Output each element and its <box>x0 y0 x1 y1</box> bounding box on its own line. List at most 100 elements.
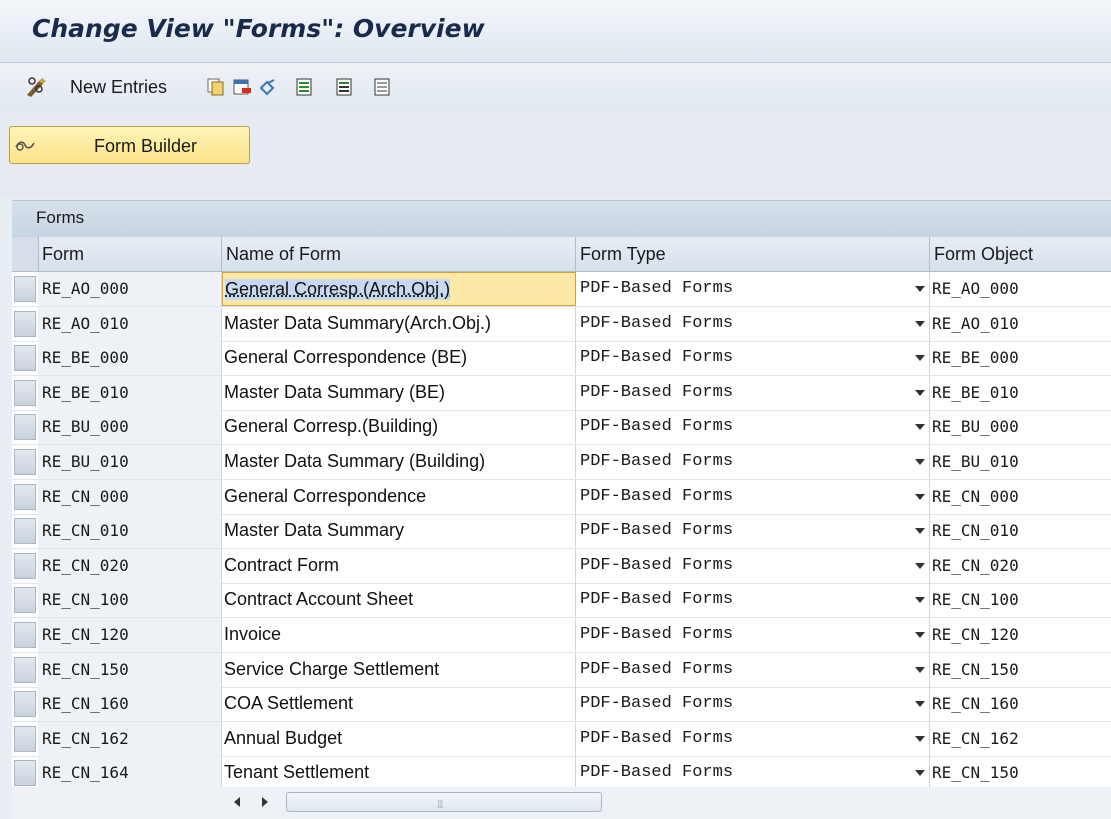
form-object-input[interactable]: RE_BE_010 <box>930 376 1111 410</box>
form-type-dropdown[interactable]: PDF-Based Forms <box>576 410 930 445</box>
row-select-button[interactable] <box>14 345 36 372</box>
form-type-dropdown[interactable]: PDF-Based Forms <box>576 652 930 687</box>
form-object-input[interactable]: RE_CN_162 <box>930 722 1111 756</box>
name-input[interactable]: General Correspondence (BE) <box>222 341 576 376</box>
form-type-dropdown[interactable]: PDF-Based Forms <box>576 479 930 514</box>
row-select-button[interactable] <box>14 656 36 683</box>
name-input[interactable]: Contract Account Sheet <box>222 583 576 618</box>
column-header-name[interactable]: Name of Form <box>222 237 576 271</box>
dropdown-arrow-icon[interactable] <box>915 770 925 777</box>
dropdown-arrow-icon[interactable] <box>915 528 925 535</box>
new-entries-button[interactable]: New Entries <box>24 75 167 99</box>
row-select-button[interactable] <box>14 449 36 475</box>
form-object-input[interactable]: RE_AO_000 <box>930 272 1111 306</box>
form-type-dropdown[interactable]: PDF-Based Forms <box>576 272 930 306</box>
row-select-button[interactable] <box>14 622 36 648</box>
form-type-dropdown[interactable]: PDF-Based Forms <box>576 514 930 549</box>
dropdown-arrow-icon[interactable] <box>915 735 925 742</box>
dropdown-arrow-icon[interactable] <box>915 389 925 396</box>
form-object-input[interactable]: RE_CN_010 <box>930 514 1111 548</box>
row-select-button[interactable] <box>14 414 36 441</box>
form-type-value: PDF-Based Forms <box>580 763 734 783</box>
dropdown-arrow-icon[interactable] <box>915 632 925 638</box>
horizontal-scrollbar[interactable]: ⁞⁞⁞ <box>12 787 1111 819</box>
form-type-dropdown[interactable]: PDF-Based Forms <box>576 583 930 618</box>
row-select-button[interactable] <box>14 483 36 510</box>
form-id: RE_BU_010 <box>42 452 129 471</box>
form-builder-button[interactable]: Form Builder <box>9 126 250 164</box>
row-select-button[interactable] <box>14 587 36 614</box>
form-object-input[interactable]: RE_BE_000 <box>930 341 1111 375</box>
form-object-input[interactable]: RE_CN_120 <box>930 618 1111 652</box>
form-type-dropdown[interactable]: PDF-Based Forms <box>576 341 930 376</box>
name-input[interactable]: Invoice <box>222 618 576 652</box>
form-object-input[interactable]: RE_CN_000 <box>930 480 1111 514</box>
column-header-form[interactable]: Form <box>38 237 222 271</box>
dropdown-arrow-icon[interactable] <box>915 597 925 604</box>
row-select-button[interactable] <box>14 518 36 545</box>
dropdown-arrow-icon[interactable] <box>915 666 925 673</box>
row-select-button[interactable] <box>14 725 36 752</box>
form-object-input[interactable]: RE_CN_020 <box>930 549 1111 583</box>
form-type-dropdown[interactable]: PDF-Based Forms <box>576 548 930 583</box>
form-object-input[interactable]: RE_CN_150 <box>930 653 1111 687</box>
dropdown-arrow-icon[interactable] <box>915 701 925 708</box>
form-type-dropdown[interactable]: PDF-Based Forms <box>576 306 930 341</box>
row-select-button[interactable] <box>14 276 36 302</box>
dropdown-arrow-icon[interactable] <box>915 562 925 569</box>
row-select-button[interactable] <box>14 760 36 787</box>
table-title-bar: Forms <box>12 200 1111 237</box>
form-type-dropdown[interactable]: PDF-Based Forms <box>576 687 930 722</box>
name-input[interactable]: Service Charge Settlement <box>222 652 576 687</box>
form-type-dropdown[interactable]: PDF-Based Forms <box>576 445 930 479</box>
name-input[interactable]: Contract Form <box>222 548 576 583</box>
name-value: Invoice <box>224 624 282 644</box>
form-object-input[interactable]: RE_BU_000 <box>930 410 1111 444</box>
dropdown-arrow-icon[interactable] <box>915 493 925 500</box>
column-header-object[interactable]: Form Object <box>930 237 1111 271</box>
undo-icon[interactable] <box>258 77 278 97</box>
scroll-right-icon[interactable] <box>262 797 268 807</box>
select-all-column-button[interactable] <box>12 237 39 271</box>
name-input[interactable]: Master Data Summary <box>222 514 576 549</box>
form-object-input[interactable]: RE_CN_150 <box>930 756 1111 790</box>
dropdown-arrow-icon[interactable] <box>915 355 925 362</box>
name-input[interactable]: General Corresp.(Building) <box>222 410 576 445</box>
select-all-icon[interactable] <box>294 77 314 97</box>
form-object-input[interactable]: RE_CN_160 <box>930 687 1111 721</box>
form-type-dropdown[interactable]: PDF-Based Forms <box>576 721 930 756</box>
name-input[interactable]: Tenant Settlement <box>222 756 576 791</box>
copy-icon[interactable] <box>206 77 226 97</box>
name-input[interactable]: Master Data Summary (BE) <box>222 375 576 410</box>
name-input[interactable]: General Correspondence <box>222 479 576 514</box>
name-input[interactable]: General Corresp.(Arch.Obj.) <box>222 272 576 306</box>
row-select-button[interactable] <box>14 379 36 406</box>
name-input[interactable]: COA Settlement <box>222 687 576 722</box>
form-type-value: PDF-Based Forms <box>580 728 734 748</box>
scroll-left-icon[interactable] <box>234 797 240 807</box>
deselect-all-icon[interactable] <box>372 77 392 97</box>
form-builder-label: Form Builder <box>94 136 198 156</box>
column-header-type[interactable]: Form Type <box>576 237 930 271</box>
delete-icon[interactable] <box>232 77 252 97</box>
name-value: Master Data Summary <box>224 520 405 541</box>
form-object-input[interactable]: RE_CN_100 <box>930 583 1111 617</box>
form-type-dropdown[interactable]: PDF-Based Forms <box>576 375 930 410</box>
form-type-dropdown[interactable]: PDF-Based Forms <box>576 756 930 791</box>
scroll-thumb[interactable]: ⁞⁞⁞ <box>286 792 602 812</box>
dropdown-arrow-icon[interactable] <box>915 424 925 431</box>
name-input[interactable]: Annual Budget <box>222 721 576 756</box>
form-object-value: RE_CN_020 <box>932 555 1019 575</box>
form-object-input[interactable]: RE_BU_010 <box>930 445 1111 479</box>
select-block-icon[interactable] <box>334 77 354 97</box>
form-object-input[interactable]: RE_AO_010 <box>930 307 1111 341</box>
row-select-button[interactable] <box>14 691 36 718</box>
row-select-button[interactable] <box>14 552 36 579</box>
dropdown-arrow-icon[interactable] <box>915 459 925 465</box>
dropdown-arrow-icon[interactable] <box>915 320 925 327</box>
dropdown-arrow-icon[interactable] <box>915 286 925 292</box>
row-select-button[interactable] <box>14 310 36 337</box>
form-type-dropdown[interactable]: PDF-Based Forms <box>576 618 930 652</box>
name-input[interactable]: Master Data Summary(Arch.Obj.) <box>222 306 576 341</box>
name-input[interactable]: Master Data Summary (Building) <box>222 445 576 479</box>
